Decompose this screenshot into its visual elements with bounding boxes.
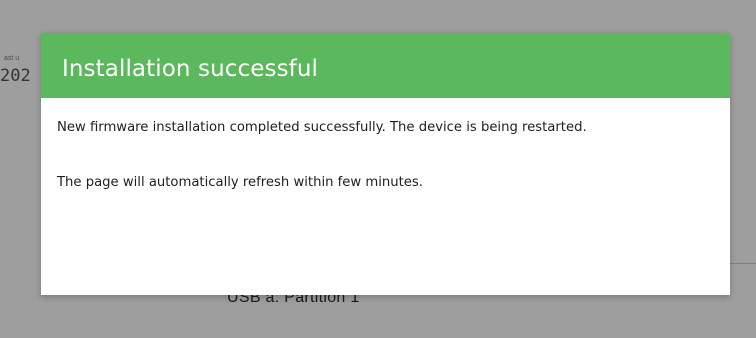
dialog-header: Installation successful xyxy=(41,33,730,98)
installation-success-dialog: Installation successful New firmware ins… xyxy=(41,33,730,295)
dialog-message-refresh: The page will automatically refresh with… xyxy=(57,175,423,190)
dialog-message-restart: New firmware installation completed succ… xyxy=(57,120,587,135)
page: ast u 202 USB a: Partition 1 Installatio… xyxy=(0,0,756,338)
dialog-title: Installation successful xyxy=(62,55,319,82)
dialog-body: New firmware installation completed succ… xyxy=(41,98,730,190)
